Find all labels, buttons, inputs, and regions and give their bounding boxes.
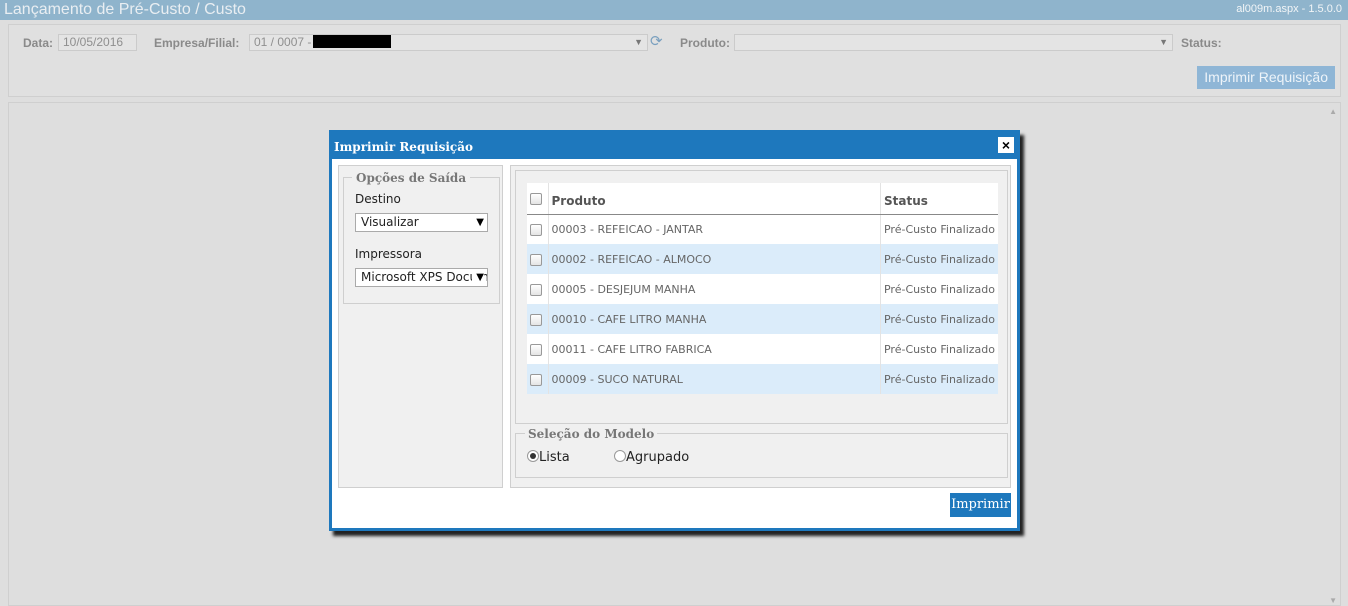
empresa-select[interactable]: 01 / 0007 - ▼	[249, 34, 648, 51]
radio-lista-button[interactable]	[527, 450, 539, 462]
table-row[interactable]: 00002 - REFEICAO - ALMOCO Pré-Custo Fina…	[527, 244, 998, 274]
table-row[interactable]: 00009 - SUCO NATURAL Pré-Custo Finalizad…	[527, 364, 998, 394]
row-checkbox[interactable]	[530, 283, 542, 296]
row-checkbox[interactable]	[530, 253, 542, 266]
radio-lista[interactable]: Lista	[527, 450, 570, 465]
imprimir-requisicao-button[interactable]: Imprimir Requisição	[1197, 66, 1335, 89]
app-version: al009m.aspx - 1.5.0.0	[1236, 3, 1342, 15]
status-cell: Pré-Custo Finalizado	[879, 214, 998, 244]
impressora-label: Impressora	[355, 247, 423, 261]
opcoes-saida-legend: Opções de Saída	[352, 171, 471, 185]
refresh-icon[interactable]: ⟳	[650, 33, 664, 50]
col-produto-header[interactable]: Produto	[547, 183, 881, 215]
table-row[interactable]: 00010 - CAFE LITRO MANHA Pré-Custo Final…	[527, 304, 998, 334]
produto-cell: 00005 - DESJEJUM MANHA	[547, 274, 881, 304]
data-label: Data:	[23, 36, 54, 50]
radio-lista-label: Lista	[539, 450, 570, 465]
output-options-panel: Opções de Saída Destino Visualizar ▼ Imp…	[338, 165, 503, 488]
select-all-checkbox[interactable]	[530, 192, 542, 205]
chevron-down-icon: ▼	[1159, 37, 1168, 47]
table-row[interactable]: 00011 - CAFE LITRO FABRICA Pré-Custo Fin…	[527, 334, 998, 364]
select-all-cell	[527, 183, 548, 215]
produto-cell: 00011 - CAFE LITRO FABRICA	[547, 334, 881, 364]
data-value: 10/05/2016	[63, 35, 124, 49]
chevron-down-icon: ▼	[472, 269, 484, 286]
row-checkbox[interactable]	[530, 223, 542, 236]
col-status-header[interactable]: Status	[879, 183, 998, 215]
produto-label: Produto:	[680, 36, 730, 50]
status-cell: Pré-Custo Finalizado	[879, 364, 998, 394]
produto-cell: 00002 - REFEICAO - ALMOCO	[547, 244, 881, 274]
impressora-select[interactable]: Microsoft XPS Document Writer ▼	[355, 268, 488, 287]
row-checkbox[interactable]	[530, 343, 542, 356]
status-cell: Pré-Custo Finalizado	[879, 274, 998, 304]
status-label: Status:	[1181, 36, 1222, 50]
chevron-down-icon: ▼	[634, 37, 643, 47]
status-cell: Pré-Custo Finalizado	[879, 304, 998, 334]
data-field[interactable]: 10/05/2016	[58, 34, 137, 51]
impressora-value: Microsoft XPS Document Writer	[361, 270, 487, 284]
close-icon[interactable]: ×	[997, 136, 1015, 154]
radio-agrupado-button[interactable]	[614, 450, 626, 462]
imprimir-requisicao-dialog: Imprimir Requisição × Opções de Saída De…	[329, 130, 1020, 531]
row-checkbox[interactable]	[530, 313, 542, 326]
selecao-modelo-legend: Seleção do Modelo	[525, 427, 658, 441]
scroll-up-icon[interactable]: ▲	[1329, 107, 1337, 116]
products-table: Produto Status 00003 - REFEICAO - JANTAR…	[527, 183, 998, 394]
radio-agrupado[interactable]: Agrupado	[614, 450, 689, 465]
destino-label: Destino	[355, 192, 401, 206]
dialog-header: Imprimir Requisição ×	[332, 133, 1017, 159]
radio-agrupado-label: Agrupado	[626, 450, 690, 465]
destino-value: Visualizar	[361, 215, 419, 229]
produto-cell: 00009 - SUCO NATURAL	[547, 364, 881, 394]
produto-cell: 00003 - REFEICAO - JANTAR	[547, 214, 881, 244]
table-header-row: Produto Status	[527, 183, 998, 215]
redacted-block	[313, 35, 392, 48]
row-checkbox[interactable]	[530, 373, 542, 386]
dialog-title: Imprimir Requisição	[334, 140, 474, 154]
produto-cell: 00010 - CAFE LITRO MANHA	[547, 304, 881, 334]
empresa-label: Empresa/Filial:	[154, 36, 240, 50]
filter-panel: Data: 10/05/2016 Empresa/Filial: 01 / 00…	[8, 24, 1341, 97]
opcoes-saida-fieldset: Opções de Saída Destino Visualizar ▼ Imp…	[343, 171, 500, 304]
imprimir-button[interactable]: Imprimir	[950, 493, 1011, 517]
title-bar: Lançamento de Pré-Custo / Custo al009m.a…	[0, 0, 1348, 20]
chevron-down-icon: ▼	[472, 214, 484, 231]
table-row[interactable]: 00005 - DESJEJUM MANHA Pré-Custo Finaliz…	[527, 274, 998, 304]
status-cell: Pré-Custo Finalizado	[879, 334, 998, 364]
destino-select[interactable]: Visualizar ▼	[355, 213, 488, 232]
products-panel: Produto Status 00003 - REFEICAO - JANTAR…	[510, 165, 1011, 488]
status-cell: Pré-Custo Finalizado	[879, 244, 998, 274]
empresa-value: 01 / 0007 -	[254, 35, 312, 49]
selecao-modelo-fieldset: Seleção do Modelo Lista Agrupado	[515, 427, 1008, 478]
table-row[interactable]: 00003 - REFEICAO - JANTAR Pré-Custo Fina…	[527, 214, 998, 244]
products-grid-box: Produto Status 00003 - REFEICAO - JANTAR…	[515, 170, 1008, 424]
produto-select[interactable]: ▼	[734, 34, 1173, 51]
page-title: Lançamento de Pré-Custo / Custo	[4, 1, 246, 18]
scroll-down-icon[interactable]: ▼	[1329, 596, 1337, 605]
